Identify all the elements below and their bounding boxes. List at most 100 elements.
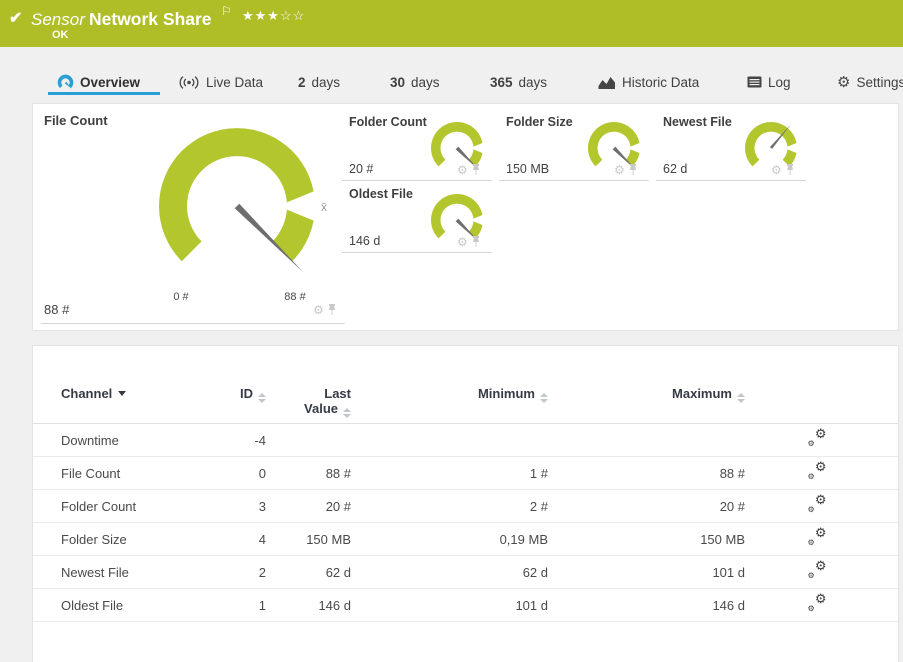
column-header-maximum[interactable]: Maximum xyxy=(548,386,745,403)
status-badge: OK xyxy=(52,29,69,41)
gauge-settings-icon[interactable]: ⚙ xyxy=(614,164,625,176)
tile-divider xyxy=(41,323,345,324)
tab-settings[interactable]: ⚙ Settings xyxy=(837,68,903,96)
column-header-id[interactable]: ID xyxy=(226,386,266,403)
cell-id: 4 xyxy=(226,532,266,547)
gear-icon: ⚙ xyxy=(837,73,850,91)
cell-last-value: 88 # xyxy=(266,466,351,481)
cell-minimum: 2 # xyxy=(351,499,548,514)
cell-maximum: 20 # xyxy=(548,499,745,514)
cell-channel: File Count xyxy=(61,466,226,481)
gauge-tile-newest-file: Newest File 62 d ⚙ xyxy=(656,113,806,181)
cell-minimum: 0,19 MB xyxy=(351,532,548,547)
gauge-settings-icon[interactable]: ⚙ xyxy=(457,236,468,248)
gauge-scale-min: 0 # xyxy=(161,291,201,303)
cell-minimum: 101 d xyxy=(351,598,548,613)
cell-channel: Newest File xyxy=(61,565,226,580)
gauge-settings-icon[interactable]: ⚙ xyxy=(457,164,468,176)
tab-label: Settings xyxy=(856,75,903,90)
gauge-tile-folder-count: Folder Count 20 # ⚙ xyxy=(342,113,492,181)
channel-settings-icon[interactable]: ⚙⚙ xyxy=(808,463,827,480)
pin-icon[interactable] xyxy=(785,164,795,176)
cell-maximum: 88 # xyxy=(548,466,745,481)
tab-number: 30 xyxy=(390,75,405,90)
column-header-last-value[interactable]: Last Value xyxy=(266,386,351,418)
channel-settings-icon[interactable]: ⚙⚙ xyxy=(808,430,827,447)
gauge-value: 146 d xyxy=(349,234,380,248)
gauge-label: Oldest File xyxy=(349,187,413,201)
tab-label: Historic Data xyxy=(622,75,699,90)
cell-channel: Folder Count xyxy=(61,499,226,514)
flag-icon[interactable]: ⚐ xyxy=(221,4,232,18)
prtg-sensor-page: ✔ Sensor Network Share ⚐ ★★★☆☆ OK Overvi… xyxy=(0,0,903,662)
area-chart-icon xyxy=(598,76,616,89)
tab-2-days[interactable]: 2 days xyxy=(298,68,340,96)
table-header-row: Channel ID Last Value Minimum Maximum xyxy=(33,386,898,424)
cell-last-value: 20 # xyxy=(266,499,351,514)
cell-maximum: 146 d xyxy=(548,598,745,613)
tab-365-days[interactable]: 365 days xyxy=(490,68,547,96)
sort-arrows-icon xyxy=(540,393,548,403)
gauge-tile-folder-size: Folder Size 150 MB ⚙ xyxy=(499,113,649,181)
gauge-label: Folder Count xyxy=(349,115,427,129)
tab-30-days[interactable]: 30 days xyxy=(390,68,440,96)
channel-settings-icon[interactable]: ⚙⚙ xyxy=(808,529,827,546)
column-header-channel[interactable]: Channel xyxy=(61,386,226,401)
cell-maximum: 150 MB xyxy=(548,532,745,547)
cell-id: -4 xyxy=(226,433,266,448)
table-row-downtime: Downtime -4 ⚙⚙ xyxy=(33,424,898,457)
gauge-icon xyxy=(57,74,74,91)
gauge-tile-oldest-file: Oldest File 146 d ⚙ xyxy=(342,185,492,253)
average-marker: x̄ xyxy=(321,200,327,214)
sensor-title: Network Share xyxy=(89,9,212,30)
primary-gauge-value: 88 # xyxy=(44,302,69,317)
channel-settings-icon[interactable]: ⚙⚙ xyxy=(808,595,827,612)
sensor-status-header: ✔ Sensor Network Share ⚐ ★★★☆☆ OK xyxy=(0,0,903,47)
table-row-oldest-file: Oldest File 1 146 d 101 d 146 d ⚙⚙ xyxy=(33,589,898,622)
tab-live-data[interactable]: Live Data xyxy=(178,68,263,96)
gauge-scale-max: 88 # xyxy=(273,291,317,303)
cell-last-value: 62 d xyxy=(266,565,351,580)
gauge-value: 20 # xyxy=(349,162,373,176)
log-list-icon xyxy=(747,76,762,88)
channel-settings-icon[interactable]: ⚙⚙ xyxy=(808,496,827,513)
status-check-icon: ✔ xyxy=(9,8,22,28)
gauge-settings-icon[interactable]: ⚙ xyxy=(771,164,782,176)
file-count-gauge xyxy=(151,120,323,292)
tab-log[interactable]: Log xyxy=(747,68,791,96)
column-header-minimum[interactable]: Minimum xyxy=(351,386,548,403)
gauge-value: 150 MB xyxy=(506,162,549,176)
pin-icon[interactable] xyxy=(471,164,481,176)
gauge-value: 62 d xyxy=(663,162,687,176)
tab-label: Log xyxy=(768,75,791,90)
pin-icon[interactable] xyxy=(471,236,481,248)
table-row-file-count: File Count 0 88 # 1 # 88 # ⚙⚙ xyxy=(33,457,898,490)
sort-arrows-icon xyxy=(737,393,745,403)
gauge-label: Folder Size xyxy=(506,115,573,129)
live-data-icon xyxy=(178,75,200,90)
table-row-newest-file: Newest File 2 62 d 62 d 101 d ⚙⚙ xyxy=(33,556,898,589)
pin-icon[interactable] xyxy=(327,304,337,316)
pin-icon[interactable] xyxy=(628,164,638,176)
tab-historic-data[interactable]: Historic Data xyxy=(598,68,699,96)
sort-caret-icon xyxy=(118,391,126,396)
priority-stars[interactable]: ★★★☆☆ xyxy=(242,8,305,24)
cell-last-value: 146 d xyxy=(266,598,351,613)
sort-arrows-icon xyxy=(343,408,351,418)
table-row-folder-size: Folder Size 4 150 MB 0,19 MB 150 MB ⚙⚙ xyxy=(33,523,898,556)
cell-id: 1 xyxy=(226,598,266,613)
cell-last-value: 150 MB xyxy=(266,532,351,547)
cell-maximum: 101 d xyxy=(548,565,745,580)
channel-settings-icon[interactable]: ⚙⚙ xyxy=(808,562,827,579)
tab-label: Overview xyxy=(80,75,140,90)
cell-minimum: 62 d xyxy=(351,565,548,580)
object-kind-label: Sensor xyxy=(31,10,85,30)
cell-minimum: 1 # xyxy=(351,466,548,481)
gauge-settings-icon[interactable]: ⚙ xyxy=(313,304,324,316)
cell-channel: Folder Size xyxy=(61,532,226,547)
cell-id: 2 xyxy=(226,565,266,580)
cell-id: 0 xyxy=(226,466,266,481)
tab-label: days xyxy=(312,75,341,90)
gauge-label: Newest File xyxy=(663,115,732,129)
sort-arrows-icon xyxy=(258,393,266,403)
